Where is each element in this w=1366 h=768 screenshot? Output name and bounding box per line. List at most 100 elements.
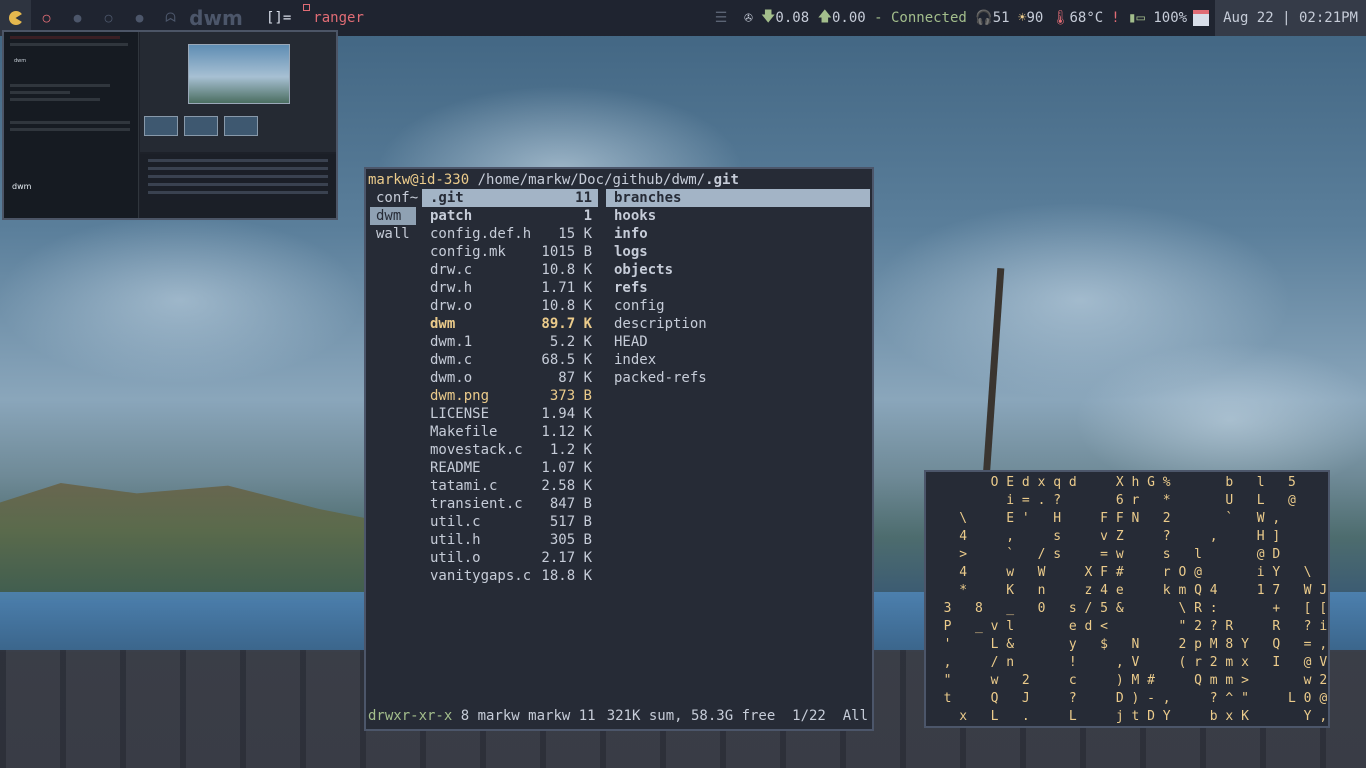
parent-entry[interactable]: conf~ [370, 189, 418, 207]
file-name: drw.o [430, 298, 473, 314]
file-entry[interactable]: tatami.c 2.58 K [422, 477, 598, 495]
file-size: 1.12 K [541, 424, 592, 440]
file-entry[interactable]: dwm.o 87 K [422, 369, 598, 387]
file-entry[interactable]: drw.h 1.71 K [422, 279, 598, 297]
file-entry[interactable]: patch 1 [422, 207, 598, 225]
preview-entry[interactable]: description [606, 315, 870, 333]
file-name: dwm.c [430, 352, 473, 368]
ranger-header: markw@id-330 /home/markw/Doc/github/dwm/… [368, 171, 739, 189]
floating-marker [303, 4, 311, 11]
wallpaper-preview-image [188, 44, 290, 104]
file-entry[interactable]: util.o 2.17 K [422, 549, 598, 567]
file-row [148, 167, 328, 170]
file-size: 1015 B [541, 244, 592, 260]
file-entry[interactable]: drw.c 10.8 K [422, 261, 598, 279]
file-entry[interactable]: dwm 89.7 K [422, 315, 598, 333]
file-entry[interactable]: dwm.png 373 B [422, 387, 598, 405]
file-name: vanitygaps.c [430, 568, 532, 584]
parent-entry[interactable]: dwm [370, 207, 416, 225]
browser-tabs [10, 36, 120, 39]
thumb [184, 116, 218, 136]
ring-icon: ○ [104, 10, 113, 26]
file-name: Makefile [430, 424, 498, 440]
preview-entry[interactable]: objects [606, 261, 870, 279]
preview-entry[interactable]: branches [606, 189, 870, 207]
ghost-icon: ᗣ [165, 10, 176, 26]
net-down: 0.08 [775, 10, 810, 26]
file-size: 1.2 K [549, 442, 592, 458]
file-name: config.def.h [430, 226, 532, 242]
tag-preview-window[interactable]: dwm dwm [2, 30, 338, 220]
file-size: 1.94 K [541, 406, 592, 422]
file-entry[interactable]: transient.c 847 B [422, 495, 598, 513]
calendar-icon [1193, 10, 1210, 26]
repo-meta [10, 98, 100, 101]
preview-entry[interactable]: logs [606, 243, 870, 261]
datetime[interactable]: Aug 22 | 02:21PM [1215, 0, 1366, 36]
preview-entry[interactable]: index [606, 351, 870, 369]
file-name: dwm.1 [430, 334, 473, 350]
file-entry[interactable]: README 1.07 K [422, 459, 598, 477]
file-size: 11 [575, 190, 592, 206]
download-icon: 🡇 [761, 9, 776, 25]
status-area: ☰ ✇ 🡇 0.08 🡅 0.00 - Connected 🎧 51 ☀ 90 … [715, 0, 1366, 36]
file-name: README [430, 460, 481, 476]
preview-entry[interactable]: hooks [606, 207, 870, 225]
preview-entry[interactable]: config [606, 297, 870, 315]
preview-entry[interactable]: HEAD [606, 333, 870, 351]
file-size: 1.71 K [541, 280, 592, 296]
file-entry[interactable]: config.mk 1015 B [422, 243, 598, 261]
file-entry[interactable]: util.c 517 B [422, 513, 598, 531]
thumb [144, 116, 178, 136]
user-host: markw@id-330 [368, 172, 470, 188]
file-entry[interactable]: dwm.1 5.2 K [422, 333, 598, 351]
browser-thumbnail: dwm dwm [4, 32, 139, 218]
net-status: Connected [890, 10, 967, 26]
preview-entry[interactable]: refs [606, 279, 870, 297]
layout-indicator[interactable]: []= [266, 10, 291, 26]
matrix-terminal[interactable]: O E d x q d X h G % b l 5 i = . ? 6 r * … [924, 470, 1330, 728]
file-name: .git [430, 190, 464, 206]
file-row [148, 159, 328, 162]
file-size: 305 B [549, 532, 592, 548]
file-row [148, 191, 328, 194]
file-size: 2.58 K [541, 478, 592, 494]
file-size: 15 K [558, 226, 592, 242]
current-entry: .git [705, 172, 739, 188]
ranger-terminal[interactable]: markw@id-330 /home/markw/Doc/github/dwm/… [364, 167, 874, 731]
file-size: 10.8 K [541, 262, 592, 278]
file-entry[interactable]: Makefile 1.12 K [422, 423, 598, 441]
file-size: 87 K [558, 370, 592, 386]
dot-icon: ● [73, 10, 82, 26]
file-manager-thumbnail [140, 154, 336, 218]
file-name: config.mk [430, 244, 506, 260]
repo-tabs [10, 84, 110, 87]
repo-commit [10, 128, 130, 131]
date-separator: | [1282, 10, 1291, 26]
file-size: 373 B [549, 388, 592, 404]
file-size: 18.8 K [541, 568, 592, 584]
file-size: 517 B [549, 514, 592, 530]
repo-meta [10, 91, 70, 94]
battery-level: 100% [1153, 10, 1188, 26]
net-separator: - [865, 10, 891, 26]
sun-icon: ☀ [1009, 10, 1027, 26]
file-entry[interactable]: config.def.h 15 K [422, 225, 598, 243]
file-entry[interactable]: drw.o 10.8 K [422, 297, 598, 315]
file-entry[interactable]: .git 11 [422, 189, 598, 207]
preview-entry[interactable]: packed-refs [606, 369, 870, 387]
file-entry[interactable]: movestack.c 1.2 K [422, 441, 598, 459]
file-entry[interactable]: dwm.c 68.5 K [422, 351, 598, 369]
file-entry[interactable]: LICENSE 1.94 K [422, 405, 598, 423]
menu-icon: ☰ [714, 10, 745, 26]
time: 02:21PM [1298, 10, 1358, 26]
repo-branch [10, 121, 130, 124]
file-size: 68.5 K [541, 352, 592, 368]
file-size: 847 B [549, 496, 592, 512]
file-entry[interactable]: vanitygaps.c 18.8 K [422, 567, 598, 585]
parent-entry[interactable]: wall [370, 225, 416, 243]
file-entry[interactable]: util.h 305 B [422, 531, 598, 549]
preview-entry[interactable]: info [606, 225, 870, 243]
file-size: 2.17 K [541, 550, 592, 566]
file-size: 1 [583, 208, 592, 224]
